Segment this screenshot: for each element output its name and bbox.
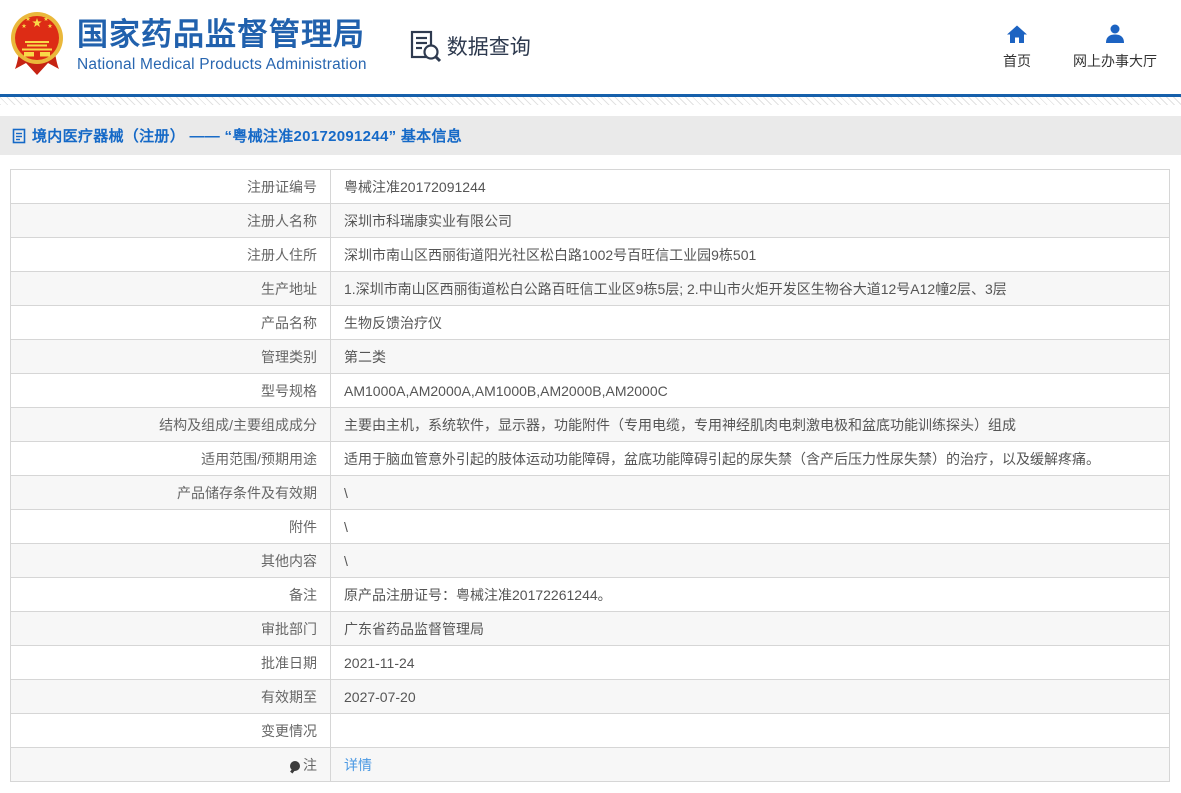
row-value: 1.深圳市南山区西丽街道松白公路百旺信工业区9栋5层; 2.中山市火炬开发区生物… — [330, 271, 1170, 306]
page-header: 国家药品监督管理局 National Medical Products Admi… — [0, 0, 1181, 97]
row-value: 主要由主机，系统软件，显示器，功能附件（专用电缆，专用神经肌肉电刺激电极和盆底功… — [330, 407, 1170, 442]
table-row: 审批部门 广东省药品监督管理局 — [10, 611, 1170, 646]
bulb-icon — [290, 760, 300, 771]
agency-name-en: National Medical Products Administration — [77, 56, 367, 73]
row-label: 生产地址 — [10, 271, 331, 306]
table-row: 产品名称 生物反馈治疗仪 — [10, 305, 1170, 340]
registration-info-table: 注册证编号 粤械注准20172091244 注册人名称 深圳市科瑞康实业有限公司 注册人… — [10, 169, 1170, 782]
row-label: 附件 — [10, 509, 331, 544]
data-query-tab[interactable]: 数据查询 — [407, 28, 531, 64]
row-value: 第二类 — [330, 339, 1170, 374]
table-row: 注册人住所 深圳市南山区西丽街道阳光社区松白路1002号百旺信工业园9栋501 — [10, 237, 1170, 272]
row-label: 注册人名称 — [10, 203, 331, 238]
row-label: 结构及组成/主要组成成分 — [10, 407, 331, 442]
row-label: 型号规格 — [10, 373, 331, 408]
row-label: 审批部门 — [10, 611, 331, 646]
breadcrumb: 境内医疗器械（注册） —— “粤械注准20172091244” 基本信息 — [0, 116, 1181, 155]
row-value: 广东省药品监督管理局 — [330, 611, 1170, 646]
row-value — [330, 713, 1170, 748]
row-value: 粤械注准20172091244 — [330, 169, 1170, 204]
agency-title-block: 国家药品监督管理局 National Medical Products Admi… — [77, 17, 367, 77]
row-value: 2021-11-24 — [330, 645, 1170, 680]
document-icon — [12, 128, 26, 143]
header-nav: 首页 网上办事大厅 — [1003, 24, 1157, 71]
table-row: 管理类别 第二类 — [10, 339, 1170, 374]
nav-label-home: 首页 — [1003, 53, 1031, 69]
table-row: 产品储存条件及有效期 \ — [10, 475, 1170, 510]
agency-name-cn: 国家药品监督管理局 — [77, 17, 365, 52]
table-row: 注详情 — [10, 747, 1170, 782]
row-label: 产品名称 — [10, 305, 331, 340]
row-label: 变更情况 — [10, 713, 331, 748]
table-row: 其他内容 \ — [10, 543, 1170, 578]
table-row: 适用范围/预期用途 适用于脑血管意外引起的肢体运动功能障碍，盆底功能障碍引起的尿失… — [10, 441, 1170, 476]
table-row: 有效期至 2027-07-20 — [10, 679, 1170, 714]
row-value: AM1000A,AM2000A,AM1000B,AM2000B,AM2000C — [330, 373, 1170, 408]
breadcrumb-text: 境内医疗器械（注册） —— “粤械注准20172091244” 基本信息 — [32, 128, 463, 145]
row-label: 注 — [10, 747, 331, 782]
hatched-divider — [0, 97, 1181, 105]
info-table-body: 注册证编号 粤械注准20172091244 注册人名称 深圳市科瑞康实业有限公司 注册人… — [10, 169, 1170, 782]
agency-logo-link[interactable]: 国家药品监督管理局 National Medical Products Admi… — [10, 9, 367, 77]
row-value: 深圳市南山区西丽街道阳光社区松白路1002号百旺信工业园9栋501 — [330, 237, 1170, 272]
row-value: \ — [330, 475, 1170, 510]
table-row: 结构及组成/主要组成成分 主要由主机，系统软件，显示器，功能附件（专用电缆，专用神… — [10, 407, 1170, 442]
table-row: 注册人名称 深圳市科瑞康实业有限公司 — [10, 203, 1170, 238]
nav-item-home[interactable]: 首页 — [1003, 24, 1031, 71]
table-row: 备注 原产品注册证号：粤械注准20172261244。 — [10, 577, 1170, 612]
row-label: 其他内容 — [10, 543, 331, 578]
data-query-icon — [410, 30, 441, 63]
row-label: 管理类别 — [10, 339, 331, 374]
data-query-label: 数据查询 — [446, 36, 531, 59]
user-icon — [1106, 24, 1124, 43]
row-value: \ — [330, 543, 1170, 578]
row-label: 适用范围/预期用途 — [10, 441, 331, 476]
row-label: 注册证编号 — [10, 169, 331, 204]
row-value: 适用于脑血管意外引起的肢体运动功能障碍，盆底功能障碍引起的尿失禁（含产后压力性尿… — [330, 441, 1170, 476]
row-value: 原产品注册证号：粤械注准20172261244。 — [330, 577, 1170, 612]
national-emblem-icon — [11, 12, 63, 75]
row-value: \ — [330, 509, 1170, 544]
main-content: 注册证编号 粤械注准20172091244 注册人名称 深圳市科瑞康实业有限公司 注册人… — [10, 169, 1170, 782]
row-label: 注册人住所 — [10, 237, 331, 272]
nav-item-service-hall[interactable]: 网上办事大厅 — [1073, 24, 1157, 71]
table-row: 型号规格 AM1000A,AM2000A,AM1000B,AM2000B,AM20… — [10, 373, 1170, 408]
table-row: 生产地址 1.深圳市南山区西丽街道松白公路百旺信工业区9栋5层; 2.中山市火炬开… — [10, 271, 1170, 306]
table-row: 注册证编号 粤械注准20172091244 — [10, 169, 1170, 204]
row-value: 生物反馈治疗仪 — [330, 305, 1170, 340]
detail-link[interactable]: 详情 — [344, 757, 372, 773]
table-row: 变更情况 — [10, 713, 1170, 748]
nav-label-service-hall: 网上办事大厅 — [1073, 53, 1157, 69]
row-label: 批准日期 — [10, 645, 331, 680]
table-row: 批准日期 2021-11-24 — [10, 645, 1170, 680]
row-label: 有效期至 — [10, 679, 331, 714]
row-value: 深圳市科瑞康实业有限公司 — [330, 203, 1170, 238]
row-value: 详情 — [330, 747, 1170, 782]
row-value: 2027-07-20 — [330, 679, 1170, 714]
table-row: 附件 \ — [10, 509, 1170, 544]
row-label: 产品储存条件及有效期 — [10, 475, 331, 510]
home-icon — [1007, 25, 1027, 43]
row-label: 备注 — [10, 577, 331, 612]
